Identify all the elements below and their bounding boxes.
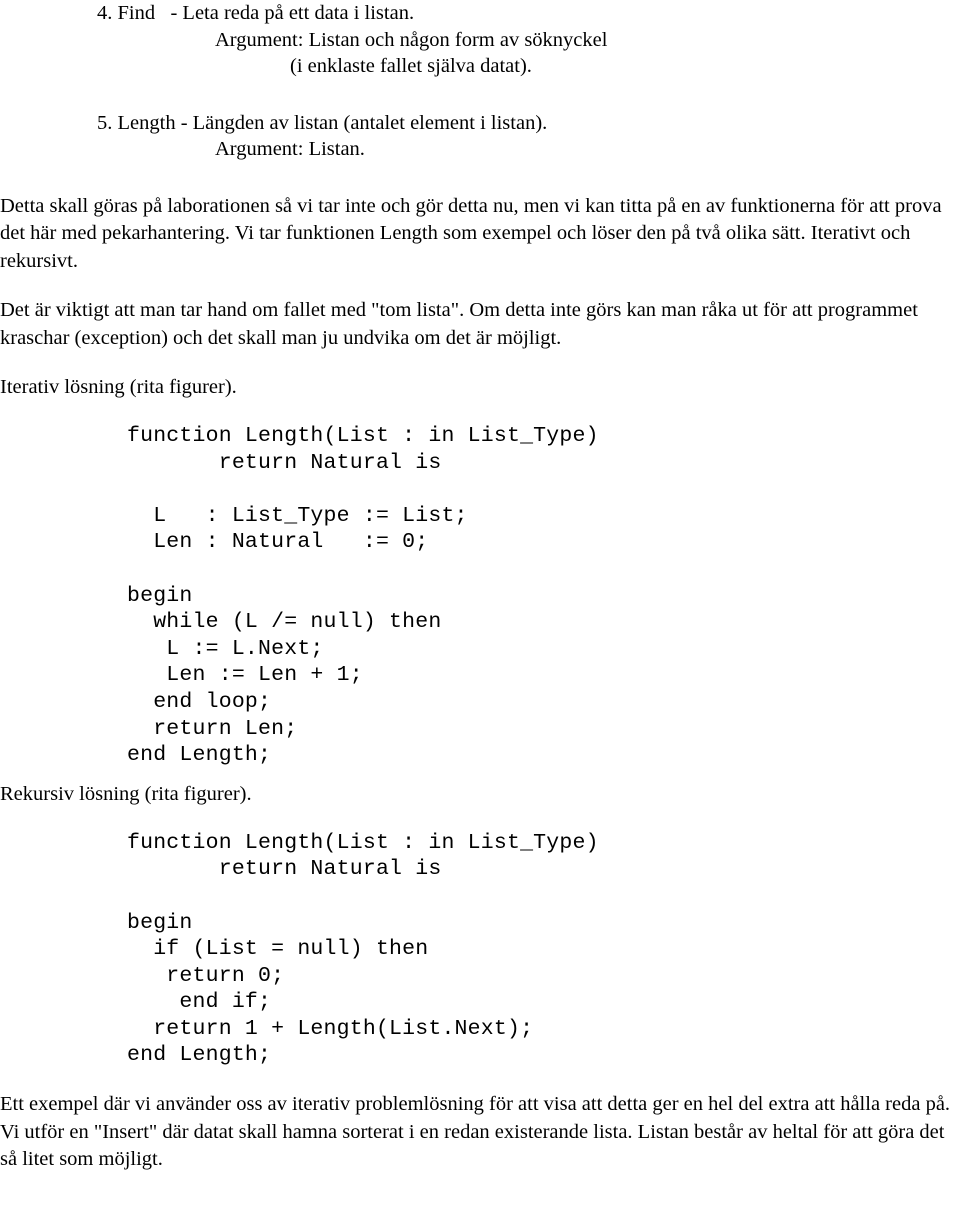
list-operation-5-line: 5. Length - Längden av listan (antalet e…: [97, 111, 548, 134]
spacer-before-lab-intro: [0, 163, 960, 193]
code-block-recursive: function Length(List : in List_Type) ret…: [127, 830, 599, 1068]
paragraph-empty-list-warning: Det är viktigt att man tar hand om falle…: [0, 299, 918, 349]
code-block-iterative: function Length(List : in List_Type) ret…: [127, 424, 599, 768]
section-label-recursive: Rekursiv lösning (rita figurer).: [0, 782, 252, 805]
spacer-before-iterative-label: [0, 352, 960, 374]
spacer-before-closing: [0, 1069, 960, 1091]
document-page: 4. Find - Leta reda på ett data i listan…: [0, 0, 960, 1222]
spacer-before-recursive-code: [0, 808, 960, 830]
section-label-iterative: Iterativ lösning (rita figurer).: [0, 376, 237, 398]
paragraph-closing: Ett exempel där vi använder oss av itera…: [0, 1093, 951, 1171]
list-operation-4-argument-line-1: Argument: Listan och någon form av sökny…: [215, 28, 608, 51]
list-operation-5-argument-line-1: Argument: Listan.: [215, 138, 365, 160]
spacer-before-warning: [0, 275, 960, 297]
spacer-before-recursive-label: [0, 769, 960, 781]
paragraph-lab-intro: Detta skall göras på laborationen så vi …: [0, 194, 942, 272]
spacer-before-iterative-code: [0, 401, 960, 423]
list-operation-4-line: 4. Find - Leta reda på ett data i listan…: [97, 2, 415, 24]
list-operation-4-argument-line-2: (i enklaste fallet själva datat).: [290, 55, 532, 77]
spacer-after-item-4: [0, 80, 960, 110]
